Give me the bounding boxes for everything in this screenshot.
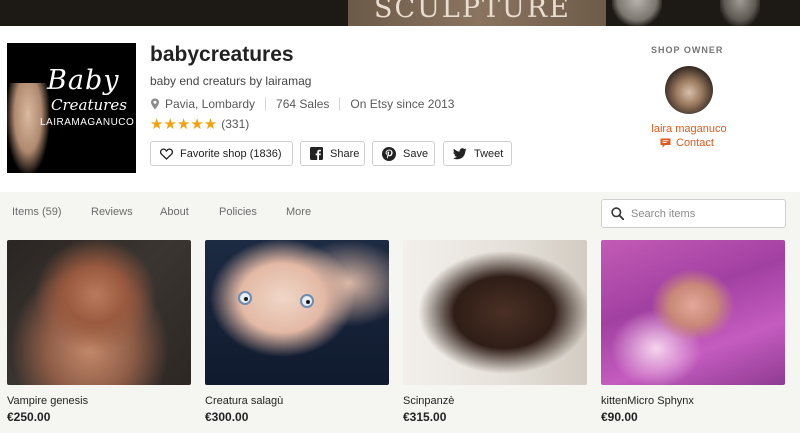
favorite-shop-button[interactable]: Favorite shop (1836) [150,141,293,166]
save-button[interactable]: Save [372,141,435,166]
listing-card[interactable]: Scinpanzè €315.00 [403,240,587,424]
tweet-label: Tweet [474,147,504,160]
favorite-shop-label: Favorite shop (1836) [180,147,282,160]
shop-owner-heading: SHOP OWNER [651,45,724,55]
divider [265,97,267,111]
heart-icon [160,147,173,160]
shop-rating[interactable]: ★★★★★ (331) [150,115,249,133]
etsy-since: On Etsy since 2013 [350,97,455,111]
tab-about[interactable]: About [160,206,189,218]
listing-price: €315.00 [403,410,447,424]
twitter-icon [453,147,467,159]
listing-grid: Vampire genesis €250.00 Creatura salagù … [0,233,800,433]
shop-logo[interactable]: Baby Creatures LAIRAMAGANUCO [7,43,136,173]
logo-line-1: Baby [47,65,120,96]
shop-name: babycreatures [150,43,294,66]
tab-more[interactable]: More [286,206,311,218]
logo-baby-figure [7,83,49,173]
banner-figure [720,0,760,26]
shop-header: Baby Creatures LAIRAMAGANUCO babycreatur… [0,26,800,192]
contact-owner-link[interactable]: Contact [660,137,714,149]
listing-price: €90.00 [601,410,638,424]
listing-title[interactable]: kittenMicro Sphynx [601,395,785,407]
search-box[interactable] [601,199,786,228]
share-label: Share [330,147,360,160]
rating-stars: ★★★★★ [150,115,218,133]
creature-eye [300,294,314,308]
sales-count[interactable]: 764 Sales [276,97,329,111]
owner-avatar[interactable] [665,66,713,114]
tweet-button[interactable]: Tweet [443,141,512,166]
save-label: Save [403,147,429,160]
listing-image[interactable] [7,240,191,385]
creature-eye [238,291,252,305]
tab-policies[interactable]: Policies [219,206,257,218]
shop-banner: SCULPTURE [0,0,800,26]
banner-text: SCULPTURE [374,0,571,24]
banner-figure [612,0,662,26]
listing-card[interactable]: kittenMicro Sphynx €90.00 [601,240,785,424]
listing-card[interactable]: Vampire genesis €250.00 [7,240,191,424]
search-input[interactable] [631,207,771,220]
listing-image[interactable] [205,240,389,385]
tab-reviews[interactable]: Reviews [91,206,133,218]
listing-card[interactable]: Creatura salagù €300.00 [205,240,389,424]
listing-title[interactable]: Vampire genesis [7,395,191,407]
listing-image[interactable] [601,240,785,385]
shop-meta: Pavia, Lombardy 764 Sales On Etsy since … [150,97,454,111]
search-icon[interactable] [611,207,624,220]
pinterest-icon [382,146,396,161]
shop-nav: Items (59) Reviews About Policies More [0,192,800,233]
logo-line-3: LAIRAMAGANUCO [40,117,135,128]
divider [339,97,341,111]
listing-price: €250.00 [7,410,51,424]
listing-title[interactable]: Creatura salagù [205,395,389,407]
rating-count: (331) [221,117,250,131]
map-pin-icon [151,98,159,110]
shop-location: Pavia, Lombardy [150,97,255,111]
listing-title[interactable]: Scinpanzè [403,395,587,407]
listing-price: €300.00 [205,410,249,424]
shop-tagline: baby end creaturs by lairamag [150,74,312,88]
facebook-icon [310,147,323,160]
location-text: Pavia, Lombardy [165,97,256,111]
tab-items[interactable]: Items (59) [12,206,62,218]
message-icon [660,138,671,148]
owner-name-link[interactable]: laira maganuco [646,123,732,135]
share-button[interactable]: Share [300,141,365,166]
contact-label: Contact [676,137,714,149]
logo-line-2: Creatures [51,96,127,114]
listing-image[interactable] [403,240,587,385]
